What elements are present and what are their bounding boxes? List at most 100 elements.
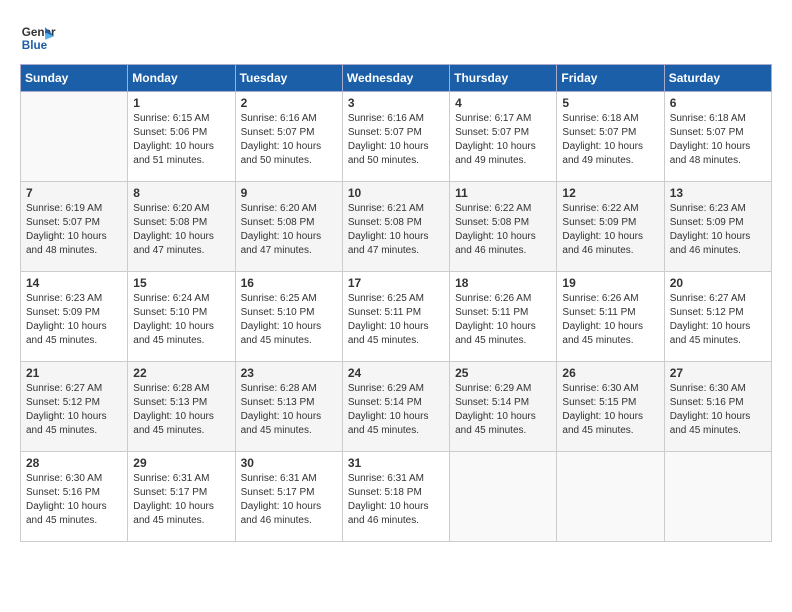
calendar-cell: 26 Sunrise: 6:30 AM Sunset: 5:15 PM Dayli…: [557, 362, 664, 452]
calendar-cell: 19 Sunrise: 6:26 AM Sunset: 5:11 PM Dayli…: [557, 272, 664, 362]
calendar-cell: 3Sunrise: 6:16 AM Sunset: 5:07 PM Daylig…: [342, 92, 449, 182]
day-info: Sunrise: 6:26 AM Sunset: 5:11 PM Dayligh…: [562, 292, 658, 348]
calendar-cell: 16Sunrise: 6:25 AM Sunset: 5:10 PM Dayli…: [235, 272, 342, 362]
weekday-header-sunday: Sunday: [21, 65, 128, 92]
day-info: Sunrise: 6:25 AM Sunset: 5:11 PM Dayligh…: [348, 292, 444, 348]
day-info: Sunrise: 6:27 AM Sunset: 5:12 PM Dayligh…: [26, 382, 122, 438]
calendar-cell: 25Sunrise: 6:29 AM Sunset: 5:14 PM Dayli…: [450, 362, 557, 452]
weekday-header-thursday: Thursday: [450, 65, 557, 92]
day-number: 19: [562, 276, 658, 290]
day-info: Sunrise: 6:18 AM Sunset: 5:07 PM Dayligh…: [670, 112, 766, 168]
day-info: Sunrise: 6:25 AM Sunset: 5:10 PM Dayligh…: [241, 292, 337, 348]
calendar-cell: [21, 92, 128, 182]
day-info: Sunrise: 6:29 AM Sunset: 5:14 PM Dayligh…: [348, 382, 444, 438]
calendar-cell: 9 Sunrise: 6:20 AM Sunset: 5:08 PM Daylig…: [235, 182, 342, 272]
calendar-cell: 29 Sunrise: 6:31 AM Sunset: 5:17 PM Dayli…: [128, 452, 235, 542]
weekday-header-wednesday: Wednesday: [342, 65, 449, 92]
logo-icon: General Blue: [20, 20, 56, 56]
day-info: Sunrise: 6:17 AM Sunset: 5:07 PM Dayligh…: [455, 112, 551, 168]
calendar-cell: 23Sunrise: 6:28 AM Sunset: 5:13 PM Dayli…: [235, 362, 342, 452]
calendar-week-row: 14 Sunrise: 6:23 AM Sunset: 5:09 PM Dayli…: [21, 272, 772, 362]
calendar-cell: [664, 452, 771, 542]
day-number: 17: [348, 276, 444, 290]
weekday-header-friday: Friday: [557, 65, 664, 92]
calendar-cell: 8 Sunrise: 6:20 AM Sunset: 5:08 PM Daylig…: [128, 182, 235, 272]
day-number: 11: [455, 186, 551, 200]
calendar-cell: 6 Sunrise: 6:18 AM Sunset: 5:07 PM Daylig…: [664, 92, 771, 182]
calendar-cell: 5Sunrise: 6:18 AM Sunset: 5:07 PM Daylig…: [557, 92, 664, 182]
day-info: Sunrise: 6:31 AM Sunset: 5:17 PM Dayligh…: [241, 472, 337, 528]
calendar-cell: [450, 452, 557, 542]
calendar-header-row: SundayMondayTuesdayWednesdayThursdayFrid…: [21, 65, 772, 92]
calendar-cell: 27 Sunrise: 6:30 AM Sunset: 5:16 PM Dayli…: [664, 362, 771, 452]
calendar-cell: [557, 452, 664, 542]
calendar-week-row: 7 Sunrise: 6:19 AM Sunset: 5:07 PM Daylig…: [21, 182, 772, 272]
day-info: Sunrise: 6:19 AM Sunset: 5:07 PM Dayligh…: [26, 202, 122, 258]
day-info: Sunrise: 6:20 AM Sunset: 5:08 PM Dayligh…: [133, 202, 229, 258]
day-number: 18: [455, 276, 551, 290]
logo: General Blue: [20, 20, 56, 56]
page-header: General Blue: [20, 20, 772, 56]
day-number: 9: [241, 186, 337, 200]
day-info: Sunrise: 6:20 AM Sunset: 5:08 PM Dayligh…: [241, 202, 337, 258]
day-info: Sunrise: 6:24 AM Sunset: 5:10 PM Dayligh…: [133, 292, 229, 348]
day-number: 8: [133, 186, 229, 200]
day-number: 4: [455, 96, 551, 110]
calendar-cell: 13 Sunrise: 6:23 AM Sunset: 5:09 PM Dayli…: [664, 182, 771, 272]
calendar-cell: 28 Sunrise: 6:30 AM Sunset: 5:16 PM Dayli…: [21, 452, 128, 542]
day-number: 28: [26, 456, 122, 470]
day-info: Sunrise: 6:15 AM Sunset: 5:06 PM Dayligh…: [133, 112, 229, 168]
calendar-cell: 7 Sunrise: 6:19 AM Sunset: 5:07 PM Daylig…: [21, 182, 128, 272]
day-number: 27: [670, 366, 766, 380]
day-info: Sunrise: 6:31 AM Sunset: 5:17 PM Dayligh…: [133, 472, 229, 528]
day-number: 10: [348, 186, 444, 200]
day-info: Sunrise: 6:31 AM Sunset: 5:18 PM Dayligh…: [348, 472, 444, 528]
day-number: 25: [455, 366, 551, 380]
day-number: 3: [348, 96, 444, 110]
calendar-cell: 30Sunrise: 6:31 AM Sunset: 5:17 PM Dayli…: [235, 452, 342, 542]
day-number: 1: [133, 96, 229, 110]
calendar-cell: 10 Sunrise: 6:21 AM Sunset: 5:08 PM Dayli…: [342, 182, 449, 272]
calendar-cell: 21Sunrise: 6:27 AM Sunset: 5:12 PM Dayli…: [21, 362, 128, 452]
day-number: 23: [241, 366, 337, 380]
calendar-cell: 12Sunrise: 6:22 AM Sunset: 5:09 PM Dayli…: [557, 182, 664, 272]
day-number: 20: [670, 276, 766, 290]
day-info: Sunrise: 6:28 AM Sunset: 5:13 PM Dayligh…: [133, 382, 229, 438]
day-number: 31: [348, 456, 444, 470]
day-number: 13: [670, 186, 766, 200]
calendar-week-row: 1 Sunrise: 6:15 AM Sunset: 5:06 PM Daylig…: [21, 92, 772, 182]
day-number: 6: [670, 96, 766, 110]
day-number: 7: [26, 186, 122, 200]
day-info: Sunrise: 6:30 AM Sunset: 5:16 PM Dayligh…: [26, 472, 122, 528]
day-number: 24: [348, 366, 444, 380]
calendar-week-row: 28 Sunrise: 6:30 AM Sunset: 5:16 PM Dayli…: [21, 452, 772, 542]
svg-text:Blue: Blue: [22, 39, 48, 52]
day-info: Sunrise: 6:30 AM Sunset: 5:15 PM Dayligh…: [562, 382, 658, 438]
day-number: 29: [133, 456, 229, 470]
day-info: Sunrise: 6:16 AM Sunset: 5:07 PM Dayligh…: [241, 112, 337, 168]
calendar-cell: 31 Sunrise: 6:31 AM Sunset: 5:18 PM Dayli…: [342, 452, 449, 542]
calendar-cell: 4 Sunrise: 6:17 AM Sunset: 5:07 PM Daylig…: [450, 92, 557, 182]
day-info: Sunrise: 6:22 AM Sunset: 5:09 PM Dayligh…: [562, 202, 658, 258]
day-info: Sunrise: 6:23 AM Sunset: 5:09 PM Dayligh…: [26, 292, 122, 348]
calendar-cell: 15Sunrise: 6:24 AM Sunset: 5:10 PM Dayli…: [128, 272, 235, 362]
calendar-cell: 20 Sunrise: 6:27 AM Sunset: 5:12 PM Dayli…: [664, 272, 771, 362]
calendar-cell: 14 Sunrise: 6:23 AM Sunset: 5:09 PM Dayli…: [21, 272, 128, 362]
day-info: Sunrise: 6:21 AM Sunset: 5:08 PM Dayligh…: [348, 202, 444, 258]
calendar-cell: 22 Sunrise: 6:28 AM Sunset: 5:13 PM Dayli…: [128, 362, 235, 452]
day-number: 22: [133, 366, 229, 380]
weekday-header-tuesday: Tuesday: [235, 65, 342, 92]
calendar-table: SundayMondayTuesdayWednesdayThursdayFrid…: [20, 64, 772, 542]
day-info: Sunrise: 6:22 AM Sunset: 5:08 PM Dayligh…: [455, 202, 551, 258]
day-number: 14: [26, 276, 122, 290]
weekday-header-saturday: Saturday: [664, 65, 771, 92]
day-info: Sunrise: 6:30 AM Sunset: 5:16 PM Dayligh…: [670, 382, 766, 438]
calendar-week-row: 21Sunrise: 6:27 AM Sunset: 5:12 PM Dayli…: [21, 362, 772, 452]
day-info: Sunrise: 6:23 AM Sunset: 5:09 PM Dayligh…: [670, 202, 766, 258]
calendar-cell: 2Sunrise: 6:16 AM Sunset: 5:07 PM Daylig…: [235, 92, 342, 182]
day-info: Sunrise: 6:27 AM Sunset: 5:12 PM Dayligh…: [670, 292, 766, 348]
day-number: 5: [562, 96, 658, 110]
day-number: 26: [562, 366, 658, 380]
calendar-cell: 17 Sunrise: 6:25 AM Sunset: 5:11 PM Dayli…: [342, 272, 449, 362]
calendar-cell: 11 Sunrise: 6:22 AM Sunset: 5:08 PM Dayli…: [450, 182, 557, 272]
